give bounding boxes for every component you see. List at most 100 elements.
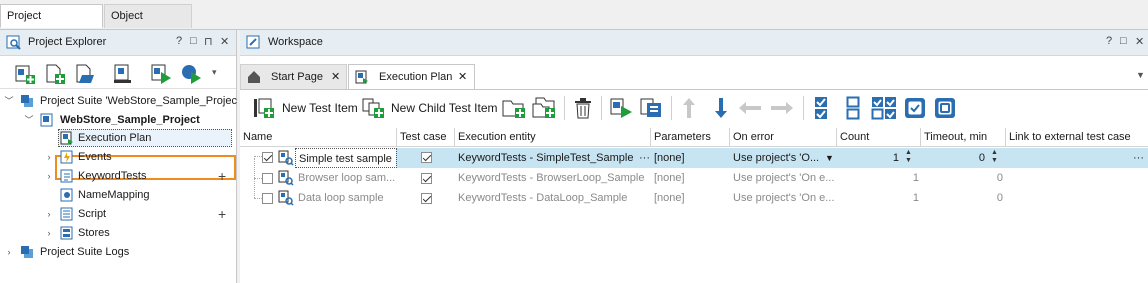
expand-chevron-icon[interactable]: ›	[44, 148, 54, 166]
tree-item-stores[interactable]: › Stores	[4, 224, 232, 242]
add-project-icon[interactable]	[14, 63, 36, 85]
test-case-checkbox[interactable]	[421, 152, 432, 163]
help-icon[interactable]: ?	[176, 35, 182, 47]
enabled-checkbox[interactable]	[262, 173, 273, 184]
maximize-icon[interactable]: □	[190, 35, 197, 47]
column-count[interactable]: Count	[837, 128, 921, 146]
collapse-chevron-icon[interactable]: ﹀	[24, 111, 34, 129]
project-suite-icon[interactable]	[112, 63, 134, 85]
enabled-checkbox[interactable]	[262, 193, 273, 204]
run-focused-item-icon[interactable]	[639, 97, 663, 119]
entity-cell[interactable]: KeywordTests - SimpleTest_Sample	[455, 148, 635, 168]
new-folder-icon[interactable]	[502, 97, 526, 119]
tree-item-events[interactable]: › Events	[4, 148, 232, 166]
maximize-icon[interactable]: □	[1120, 35, 1127, 47]
table-row[interactable]: Simple test sample KeywordTests - Simple…	[240, 148, 1148, 168]
entity-cell[interactable]: KeywordTests - BrowserLoop_Sample	[455, 168, 651, 188]
collapse-chevron-icon[interactable]: ﹀	[4, 92, 14, 110]
uncheck-all-icon[interactable]	[846, 96, 860, 120]
run-selected-icon[interactable]	[180, 63, 202, 85]
top-tab-bar: Project Workspace Object Browser	[0, 0, 1148, 44]
column-execution-entity[interactable]: Execution entity	[455, 128, 651, 146]
tab-execution-plan[interactable]: Execution Plan ✕	[348, 64, 475, 90]
entity-ellipsis-button[interactable]: ···	[636, 148, 650, 168]
test-case-checkbox[interactable]	[421, 173, 432, 184]
column-name[interactable]: Name	[240, 128, 397, 146]
open-item-icon[interactable]	[74, 63, 96, 85]
expand-chevron-icon[interactable]: ›	[44, 167, 54, 185]
on-error-cell[interactable]: Use project's 'O...	[730, 148, 825, 168]
name-cell[interactable]: Browser loop sam...	[295, 168, 397, 188]
timeout-cell[interactable]: 0	[921, 148, 987, 168]
expand-chevron-icon[interactable]: ›	[44, 205, 54, 223]
on-error-cell[interactable]: Use project's 'On e...	[730, 168, 837, 188]
parameters-cell[interactable]: [none]	[651, 168, 729, 188]
project-suite-icon	[21, 95, 33, 107]
count-cell[interactable]: 1	[837, 168, 921, 188]
enabled-checkbox[interactable]	[262, 152, 273, 163]
column-on-error[interactable]: On error	[730, 128, 837, 146]
test-case-checkbox[interactable]	[421, 193, 432, 204]
project-explorer-icon	[6, 35, 21, 50]
table-row[interactable]: Data loop sample KeywordTests - DataLoop…	[240, 158, 1148, 208]
project-explorer-panel: Project Explorer ? □ ⊓ ✕ ▾ ﹀ Project Sui…	[0, 30, 240, 283]
add-icon[interactable]: +	[218, 167, 226, 185]
new-child-folder-icon[interactable]	[532, 97, 556, 119]
add-icon[interactable]: +	[218, 205, 226, 223]
tree-item-script[interactable]: › Script +	[4, 205, 232, 223]
delete-icon[interactable]	[572, 97, 594, 119]
expand-chevron-icon[interactable]: ›	[44, 224, 54, 242]
move-right-icon[interactable]	[770, 101, 794, 115]
timeout-cell[interactable]: 0	[921, 188, 1005, 208]
close-icon[interactable]: ✕	[1135, 35, 1144, 48]
keyword-test-icon	[278, 190, 294, 206]
entity-cell[interactable]: KeywordTests - DataLoop_Sample	[455, 188, 651, 208]
uncheck-selected-icon[interactable]	[934, 97, 956, 119]
move-left-icon[interactable]	[738, 101, 762, 115]
tab-start-page[interactable]: Start Page ✕	[240, 64, 347, 90]
timeout-spinner-icon[interactable]: ▲ ▼	[991, 149, 998, 165]
project-icon	[40, 113, 53, 127]
count-cell[interactable]: 1	[837, 188, 921, 208]
timeout-cell[interactable]: 0	[921, 168, 1005, 188]
count-spinner-icon[interactable]: ▲ ▼	[905, 149, 912, 165]
keyword-test-icon	[278, 150, 294, 166]
parameters-cell[interactable]: [none]	[651, 148, 729, 168]
namemapping-icon	[60, 188, 73, 202]
close-icon[interactable]: ✕	[220, 35, 229, 48]
tab-list-arrow-icon[interactable]: ▼	[1136, 70, 1145, 80]
move-down-icon[interactable]	[714, 97, 728, 119]
tree-item-project-suite-logs[interactable]: › Project Suite Logs	[4, 243, 232, 261]
new-item-icon[interactable]	[44, 63, 66, 85]
tab-object-browser[interactable]: Object Browser	[104, 4, 192, 44]
tree-item-namemapping[interactable]: NameMapping	[4, 186, 232, 204]
table-row[interactable]: Browser loop sam... KeywordTests - Brows…	[240, 168, 1148, 188]
name-cell[interactable]: Simple test sample	[295, 148, 397, 168]
pin-icon[interactable]: ⊓	[204, 35, 213, 48]
tab-project-workspace[interactable]: Project Workspace	[0, 4, 103, 44]
column-parameters[interactable]: Parameters	[651, 128, 730, 146]
run-selected-item-icon[interactable]	[609, 97, 633, 119]
column-link[interactable]: Link to external test case	[1006, 128, 1148, 146]
close-tab-icon[interactable]: ✕	[331, 65, 340, 89]
dropdown-arrow-icon[interactable]: ▾	[212, 67, 217, 78]
check-all-icon[interactable]	[814, 96, 828, 120]
check-selected-icon[interactable]	[904, 97, 926, 119]
execution-plan-icon	[60, 131, 73, 145]
column-timeout[interactable]: Timeout, min	[921, 128, 1006, 146]
dropdown-arrow-icon[interactable]: ▼	[825, 148, 834, 168]
check-children-icon[interactable]	[871, 96, 897, 120]
parameters-cell[interactable]: [none]	[651, 188, 729, 208]
run-project-icon[interactable]	[150, 63, 172, 85]
tree-item-execution-plan[interactable]: Execution Plan	[4, 129, 232, 147]
move-up-icon[interactable]	[682, 97, 696, 119]
tree-item-keywordtests[interactable]: › KeywordTests +	[4, 167, 232, 185]
link-ellipsis-button[interactable]: ···	[1130, 148, 1148, 168]
name-cell[interactable]: Data loop sample	[295, 188, 397, 208]
count-cell[interactable]: 1	[837, 148, 901, 168]
close-tab-icon[interactable]: ✕	[458, 65, 467, 89]
expand-chevron-icon[interactable]: ›	[4, 243, 14, 261]
help-icon[interactable]: ?	[1106, 35, 1112, 47]
on-error-cell[interactable]: Use project's 'On e...	[730, 188, 837, 208]
column-test-case[interactable]: Test case	[397, 128, 455, 146]
